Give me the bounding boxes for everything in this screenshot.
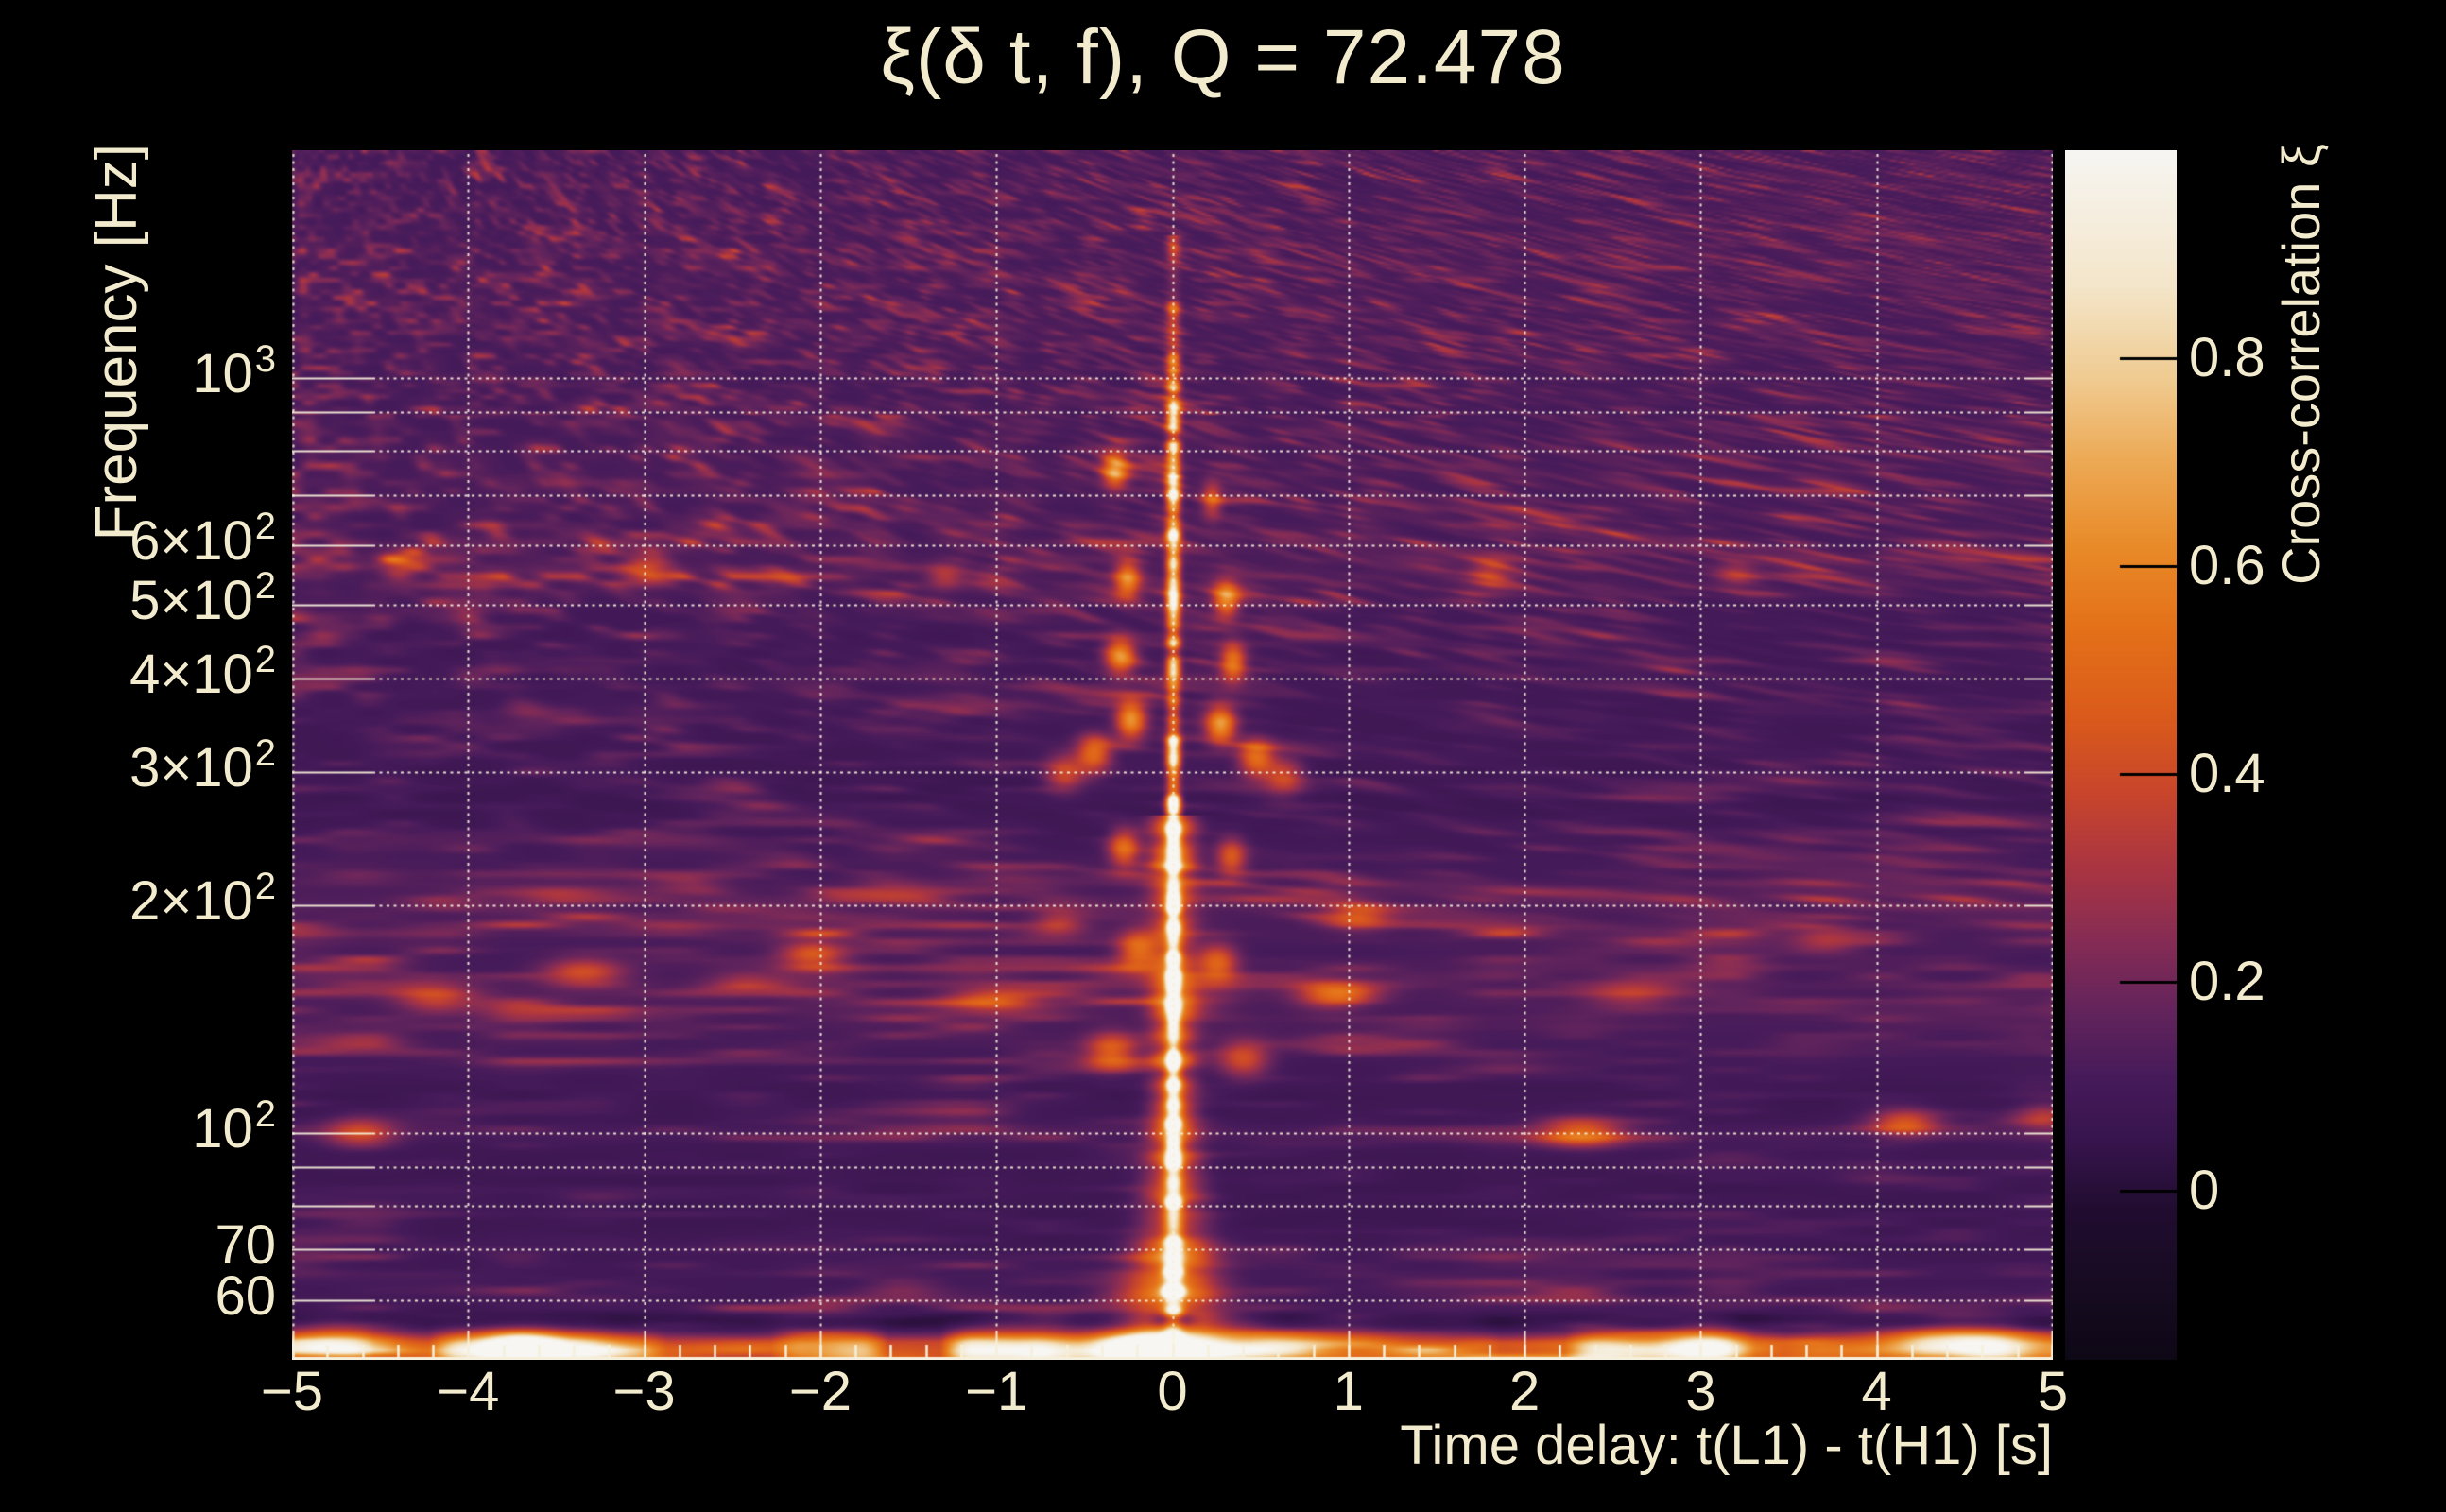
- colorbar-tick-label: 0: [2189, 1159, 2220, 1221]
- y-tick-label: 2×102: [129, 866, 276, 933]
- x-tick-label: 2: [1508, 1361, 1541, 1422]
- y-tick-label: 4×102: [129, 638, 276, 705]
- x-tick-label: −5: [260, 1361, 324, 1422]
- y-tick-label: 103: [192, 337, 276, 404]
- x-tick-label: −4: [437, 1361, 500, 1422]
- x-axis-title: Time delay: t(L1) - t(H1) [s]: [1400, 1415, 2053, 1476]
- colorbar-canvas: [2065, 150, 2177, 1360]
- x-tick-label: −1: [965, 1361, 1028, 1422]
- x-tick-label: 3: [1685, 1361, 1716, 1422]
- x-tick-label: 1: [1333, 1361, 1364, 1422]
- y-tick-label: 5×102: [129, 565, 276, 632]
- colorbar-title: Cross-correlation ξ: [2271, 144, 2331, 585]
- colorbar-tick-label: 0.8: [2189, 327, 2265, 389]
- colorbar-tick-label: 0.2: [2189, 951, 2265, 1013]
- heatmap-canvas: [292, 150, 2053, 1360]
- colorbar-tick-label: 0.4: [2189, 743, 2265, 805]
- x-tick-label: 4: [1861, 1361, 1892, 1422]
- y-axis-title: Frequency [Hz]: [84, 144, 149, 541]
- x-tick-label: −2: [788, 1361, 852, 1422]
- x-tick-label: 5: [2037, 1361, 2069, 1422]
- y-tick-label: 60: [215, 1264, 276, 1327]
- cross-correlation-figure: ξ(δ t, f), Q = 72.478 Frequency [Hz] Tim…: [0, 0, 2446, 1512]
- y-tick-label: 6×102: [129, 505, 276, 572]
- x-tick-label: −3: [612, 1361, 676, 1422]
- y-tick-label: 3×102: [129, 732, 276, 799]
- colorbar-tick-label: 0.6: [2189, 535, 2265, 597]
- x-tick-label: 0: [1157, 1361, 1188, 1422]
- y-tick-label: 102: [192, 1092, 276, 1160]
- chart-title: ξ(δ t, f), Q = 72.478: [880, 14, 1566, 100]
